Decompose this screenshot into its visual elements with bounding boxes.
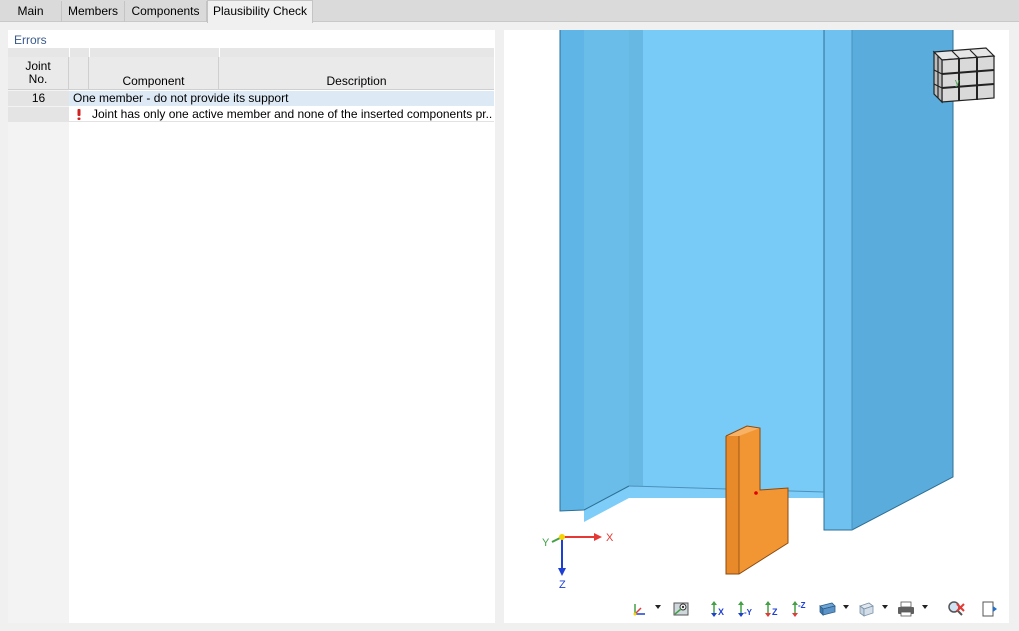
transparency-dropdown-icon[interactable] — [882, 605, 888, 609]
column-header-joint-no[interactable]: Joint No. — [8, 57, 69, 90]
axis-x-label: X — [606, 532, 614, 544]
tab-plausibility-check[interactable]: Plausibility Check — [207, 0, 313, 23]
axis-view-icon[interactable] — [628, 597, 650, 619]
tab-bar: Main Members Components Plausibility Che… — [0, 0, 1019, 23]
left-flange-edge — [560, 30, 584, 511]
column-header-component[interactable]: Component — [89, 57, 219, 90]
axis-y-label: Y — [542, 537, 550, 549]
axis-z-label: Z — [559, 579, 566, 591]
axis-view-dropdown-icon[interactable] — [655, 605, 661, 609]
tab-components[interactable]: Components — [125, 1, 207, 22]
table-header: Joint No. Component Description — [8, 57, 494, 90]
table-row[interactable]: 16 One member - do not provide its suppo… — [8, 91, 494, 106]
render-mode-dropdown-icon[interactable] — [843, 605, 849, 609]
view-cube-icon[interactable]: y — [932, 47, 996, 104]
group-title: One member - do not provide its support — [73, 91, 289, 105]
3d-model: X Z Y y — [542, 30, 996, 591]
3d-view[interactable]: X Z Y y — [504, 30, 1009, 623]
view-minus-z-icon[interactable]: -Z — [787, 597, 809, 619]
left-flange-face — [584, 30, 629, 510]
render-mode-icon[interactable] — [816, 597, 838, 619]
svg-text:y: y — [955, 77, 960, 87]
column-header-icon[interactable] — [69, 57, 89, 90]
error-icon — [73, 108, 85, 121]
web-fillet-shade — [629, 30, 643, 492]
errors-title: Errors — [14, 33, 47, 47]
print-icon[interactable] — [894, 597, 916, 619]
axis-origin — [559, 534, 565, 540]
column-header-description[interactable]: Description — [219, 57, 494, 90]
right-flange-face — [852, 30, 953, 530]
row-header-column — [8, 48, 69, 623]
svg-text:X: X — [718, 607, 724, 617]
view-options-icon[interactable] — [670, 597, 692, 619]
view-z-icon[interactable]: Z — [760, 597, 782, 619]
web — [629, 30, 824, 492]
svg-text:-Z: -Z — [798, 601, 806, 610]
reset-view-icon[interactable] — [944, 597, 966, 619]
export-icon[interactable] — [978, 597, 1000, 619]
tab-members[interactable]: Members — [62, 1, 125, 22]
joint-number: 16 — [8, 91, 69, 106]
plate-side — [726, 436, 739, 574]
row-header — [8, 107, 69, 122]
axis-z-arrow — [558, 568, 566, 576]
view-minus-y-icon[interactable]: -Y — [733, 597, 755, 619]
svg-text:-Y: -Y — [744, 608, 753, 617]
print-dropdown-icon[interactable] — [922, 605, 928, 609]
tab-main[interactable]: Main — [0, 1, 62, 22]
table-row[interactable]: Joint has only one active member and non… — [8, 107, 494, 122]
view-x-icon[interactable]: X — [706, 597, 728, 619]
errors-panel: Errors Joint No. Component Description 1… — [8, 30, 495, 623]
header-spacer — [8, 48, 494, 57]
right-flange-edge — [824, 30, 852, 530]
transparency-icon[interactable] — [855, 597, 877, 619]
joint-header-line2: No. — [28, 72, 48, 86]
error-message: Joint has only one active member and non… — [92, 107, 492, 121]
joint-node-marker — [754, 491, 758, 495]
axis-x-arrow — [594, 533, 602, 541]
svg-text:Z: Z — [772, 607, 778, 617]
